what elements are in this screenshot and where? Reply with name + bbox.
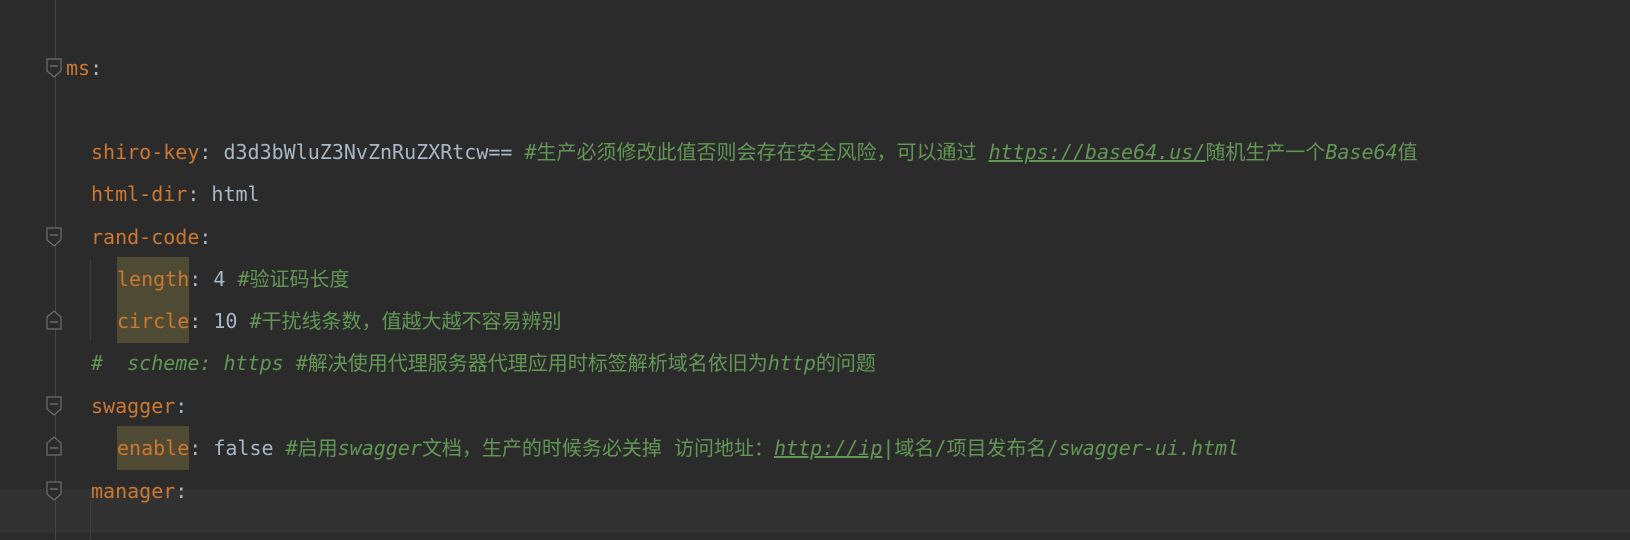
fold-end-icon[interactable]: [46, 310, 62, 330]
code-line-html-dir[interactable]: html-dir: html: [91, 178, 260, 210]
yaml-comment: #生产必须修改此值否则会存在安全风险，可以通过: [524, 140, 989, 164]
code-line-length[interactable]: length: 4 #验证码长度: [117, 257, 350, 301]
fold-open-icon[interactable]: [46, 396, 62, 416]
yaml-colon: :: [199, 140, 224, 164]
code-line-circle[interactable]: circle: 10 #干扰线条数，值越大越不容易辨别: [117, 299, 562, 343]
yaml-key: rand-code: [91, 225, 200, 249]
yaml-value: html: [211, 182, 260, 206]
fold-end-icon[interactable]: [46, 436, 62, 456]
code-line-scheme-comment[interactable]: # scheme: https #解决使用代理服务器代理应用时标签解析域名依旧为…: [91, 347, 876, 379]
indent-guide: [90, 260, 91, 340]
yaml-comment: swagger-ui.html: [1058, 436, 1240, 460]
yaml-comment: #干扰线条数，值越大越不容易辨别: [249, 309, 562, 333]
yaml-value: 4: [213, 267, 238, 291]
yaml-comment: #验证码长度: [237, 267, 350, 291]
yaml-colon: :: [175, 394, 188, 418]
yaml-colon: :: [90, 56, 103, 80]
gutter-separator: [55, 0, 56, 540]
yaml-key: length: [117, 257, 190, 301]
yaml-comment: #解决使用代理服务器代理应用时标签解析域名依旧为: [295, 351, 768, 375]
yaml-comment: http: [767, 351, 816, 375]
yaml-colon: :: [189, 436, 214, 460]
yaml-colon: :: [175, 479, 188, 503]
code-line-ms[interactable]: ms:: [66, 52, 102, 84]
code-line-swagger[interactable]: swagger:: [91, 390, 187, 422]
yaml-colon: :: [189, 267, 214, 291]
yaml-comment: # scheme: https: [91, 351, 296, 375]
yaml-value: 10: [213, 309, 250, 333]
comment-link[interactable]: http://ip: [774, 436, 882, 460]
yaml-comment: Base64: [1325, 140, 1398, 164]
yaml-key: ms: [66, 56, 91, 80]
code-line-shiro-key[interactable]: shiro-key: d3d3bWluZ3NvZnRuZXRtcw== #生产必…: [91, 136, 1418, 168]
fold-open-icon[interactable]: [46, 227, 62, 247]
yaml-key: swagger: [91, 394, 176, 418]
yaml-comment: 值: [1397, 140, 1418, 164]
yaml-comment: 随机生产一个: [1205, 140, 1326, 164]
yaml-value: false: [213, 436, 286, 460]
yaml-key: enable: [117, 426, 190, 470]
yaml-key: shiro-key: [91, 140, 200, 164]
yaml-colon: :: [199, 225, 212, 249]
code-line-enable[interactable]: enable: false #启用swagger文档，生产的时候务必关掉 访问地…: [117, 426, 1240, 470]
fold-open-icon[interactable]: [46, 58, 62, 78]
yaml-comment: swagger: [337, 436, 422, 460]
yaml-comment: 的问题: [815, 351, 876, 375]
yaml-comment: 文档，生产的时候务必关掉 访问地址：: [421, 436, 774, 460]
code-line-manager[interactable]: manager:: [91, 475, 187, 507]
yaml-key: manager: [91, 479, 176, 503]
code-editor[interactable]: ms: shiro-key: d3d3bWluZ3NvZnRuZXRtcw== …: [0, 0, 1630, 540]
yaml-colon: :: [189, 309, 214, 333]
yaml-colon: :: [187, 182, 212, 206]
yaml-key: circle: [117, 299, 190, 343]
fold-open-icon[interactable]: [46, 481, 62, 501]
comment-link[interactable]: https://base64.us/: [989, 140, 1206, 164]
yaml-comment: #启用: [285, 436, 338, 460]
yaml-value: d3d3bWluZ3NvZnRuZXRtcw==: [223, 140, 525, 164]
yaml-comment: |: [882, 436, 895, 460]
yaml-key: html-dir: [91, 182, 188, 206]
yaml-comment: 域名/项目发布名/: [894, 436, 1059, 460]
code-line-rand-code[interactable]: rand-code:: [91, 221, 211, 253]
current-line-highlight: [0, 489, 1630, 533]
